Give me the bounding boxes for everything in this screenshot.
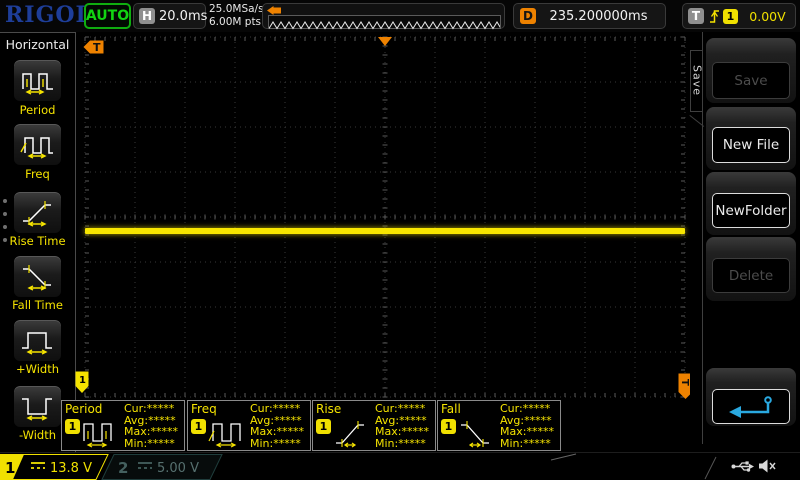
trigger-badge: T xyxy=(688,8,704,24)
horizontal-badge: H xyxy=(139,8,155,24)
oscilloscope-screen: RIGOL AUTO H 20.0ms 25.0MSa/s 6.00M pts … xyxy=(0,0,800,480)
measure-fall-time-label: Fall Time xyxy=(0,298,75,312)
delete-button[interactable]: Delete xyxy=(712,258,790,293)
measurement-values: Cur:***** Avg:***** Max:***** Min:***** xyxy=(375,403,429,449)
run-status-badge: AUTO xyxy=(84,3,131,29)
trigger-source-badge: 1 xyxy=(723,9,738,24)
period-icon xyxy=(81,416,123,448)
delay-value: 235.200000ms xyxy=(540,9,657,24)
graticule-grid xyxy=(77,32,690,400)
channel1-scale: 13.8 V xyxy=(50,461,92,476)
measurement-values: Cur:***** Avg:***** Max:***** Min:***** xyxy=(500,403,554,449)
measurement-channel-badge: 1 xyxy=(191,419,206,434)
measurement-rise-readout: Rise 1 Cur:***** Avg:***** Max:***** Min… xyxy=(312,400,436,451)
channel2-indicator[interactable]: 2 5.00 V xyxy=(102,455,222,480)
measurement-channel-badge: 1 xyxy=(441,419,456,434)
menu-tab: Save xyxy=(690,50,703,112)
channel-indicators: 1 13.8 V 2 5.00 V xyxy=(0,454,240,480)
measure-pos-width-label: +Width xyxy=(0,362,75,376)
measure-period-label: Period xyxy=(0,103,75,117)
trigger-point-triangle-icon xyxy=(378,37,392,46)
preview-position-marker-icon xyxy=(267,6,281,15)
channel1-position-marker-label: 1 xyxy=(79,375,86,386)
measurement-freq-readout: Freq 1 Cur:***** Avg:***** Max:***** Min… xyxy=(187,400,311,451)
save-menu-panel: Save Save New File NewFolder Delete xyxy=(690,32,800,452)
menu-scroll-dot xyxy=(3,238,7,242)
channel1-indicator[interactable]: 1 13.8 V xyxy=(1,455,109,480)
rigol-logo: RIGOL xyxy=(5,2,92,28)
menu-scroll-dot xyxy=(3,225,7,229)
delay-badge: D xyxy=(520,8,536,24)
trigger-position-flag: T xyxy=(83,40,105,55)
fall-icon xyxy=(457,416,499,448)
measure-rise-time-button[interactable] xyxy=(13,191,62,234)
channel1-trace xyxy=(85,228,685,234)
measure-pos-width-button[interactable] xyxy=(13,319,62,362)
sample-rate: 25.0MSa/s xyxy=(209,3,264,16)
neg-width-icon xyxy=(19,392,57,422)
measurement-name: Freq xyxy=(191,402,217,416)
speaker-muted-icon xyxy=(758,458,777,474)
return-arrow-icon xyxy=(723,394,779,420)
measurement-values: Cur:***** Avg:***** Max:***** Min:***** xyxy=(124,403,178,449)
channel1-position-marker: 1 xyxy=(75,371,89,394)
horizontal-timebase-box: H 20.0ms xyxy=(133,3,206,29)
channel-status-bar: 1 13.8 V 2 5.00 V xyxy=(0,452,800,480)
measurement-period-readout: Period 1 Cur:***** Avg:***** Max:***** M… xyxy=(61,400,185,451)
waveform-display-area: T 1 T xyxy=(77,32,690,400)
measure-neg-width-button[interactable] xyxy=(13,385,62,428)
rise-icon xyxy=(332,416,374,448)
top-status-bar: RIGOL AUTO H 20.0ms 25.0MSa/s 6.00M pts … xyxy=(0,0,800,32)
measure-fall-time-button[interactable] xyxy=(13,255,62,298)
measurement-name: Fall xyxy=(441,402,461,416)
usb-icon xyxy=(731,460,755,473)
new-file-button[interactable]: New File xyxy=(712,127,790,163)
memory-depth: 6.00M pts xyxy=(209,16,264,29)
measurement-values: Cur:***** Avg:***** Max:***** Min:***** xyxy=(250,403,304,449)
menu-tab-label: Save xyxy=(691,65,704,96)
timebase-value: 20.0ms xyxy=(159,9,207,24)
channel2-scale: 5.00 V xyxy=(157,461,199,476)
fall-time-icon xyxy=(19,262,57,292)
waveform-preview-bar xyxy=(262,3,505,29)
trigger-delay-box: D 235.200000ms xyxy=(513,3,666,29)
measurement-channel-badge: 1 xyxy=(65,419,80,434)
menu-scroll-dot xyxy=(3,212,7,216)
period-icon xyxy=(19,66,57,96)
return-button[interactable] xyxy=(712,389,790,424)
trigger-status-box: T 1 0.00V xyxy=(682,3,796,29)
measure-period-button[interactable] xyxy=(13,59,62,102)
preview-waveform xyxy=(268,15,501,29)
measure-freq-label: Freq xyxy=(0,167,75,181)
trigger-level-marker-label: T xyxy=(679,379,690,386)
measurement-name: Period xyxy=(65,402,102,416)
measurement-channel-badge: 1 xyxy=(316,419,331,434)
channel2-number: 2 xyxy=(118,459,128,477)
rising-edge-icon xyxy=(708,7,721,26)
save-button[interactable]: Save xyxy=(712,62,790,99)
trigger-position-flag-label: T xyxy=(93,41,101,54)
message-area-divider xyxy=(550,453,578,461)
status-icons-divider xyxy=(704,456,718,480)
measure-rise-time-label: Rise Time xyxy=(0,234,75,248)
trigger-level-value: 0.00V xyxy=(740,9,795,24)
channel1-number: 1 xyxy=(5,459,15,477)
freq-icon xyxy=(19,130,57,160)
measurement-name: Rise xyxy=(316,402,341,416)
measure-menu-panel: Horizontal Period Freq Rise Time xyxy=(0,32,76,452)
menu-scroll-dot xyxy=(3,199,7,203)
acquisition-info: 25.0MSa/s 6.00M pts xyxy=(209,3,264,29)
measure-menu-title: Horizontal xyxy=(0,37,75,52)
freq-icon xyxy=(207,416,249,448)
measure-freq-button[interactable] xyxy=(13,123,62,166)
pos-width-icon xyxy=(19,326,57,356)
new-folder-button[interactable]: NewFolder xyxy=(712,193,790,228)
measurement-fall-readout: Fall 1 Cur:***** Avg:***** Max:***** Min… xyxy=(437,400,561,451)
rise-time-icon xyxy=(19,198,57,228)
